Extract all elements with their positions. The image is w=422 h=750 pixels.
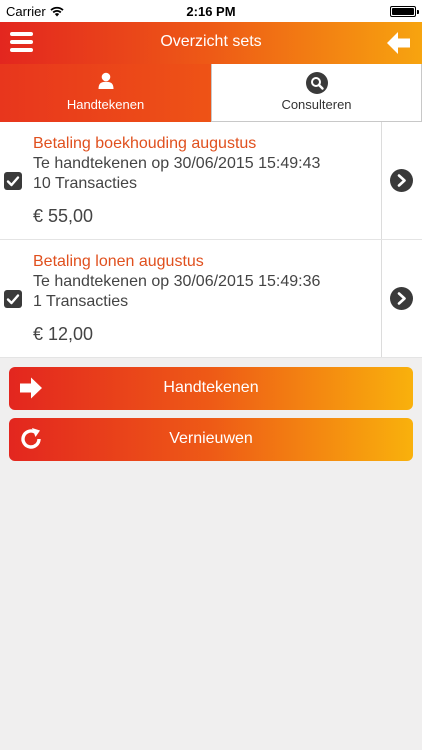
list-item-content: Betaling boekhouding augustus Te handtek… (33, 134, 377, 194)
tab-label: Handtekenen (66, 97, 145, 112)
arrow-left-icon (387, 32, 410, 54)
chevron-right-icon (397, 174, 406, 187)
list-item[interactable]: Betaling boekhouding augustus Te handtek… (0, 122, 422, 240)
tab-label: Consulteren (281, 97, 352, 112)
user-icon (98, 72, 113, 89)
list-item[interactable]: Betaling lonen augustus Te handtekenen o… (0, 240, 422, 358)
set-transaction-count: 10 Transacties (33, 175, 138, 192)
set-amount: € 12,00 (33, 324, 94, 344)
checkmark-icon (6, 294, 20, 305)
set-list: Betaling boekhouding augustus Te handtek… (0, 122, 422, 358)
tab-handtekenen[interactable]: Handtekenen (0, 64, 211, 122)
divider (381, 240, 382, 357)
checkbox-checked[interactable] (4, 290, 22, 308)
set-title: Betaling lonen augustus (33, 253, 204, 270)
refresh-button[interactable]: Vernieuwen (9, 418, 413, 461)
refresh-button-label: Vernieuwen (169, 430, 253, 447)
set-due-date: Te handtekenen op 30/06/2015 15:49:43 (33, 155, 321, 172)
divider (381, 122, 382, 239)
tab-bar: Handtekenen Consulteren (0, 64, 422, 122)
checkmark-icon (6, 176, 20, 187)
back-arrow-button[interactable] (386, 30, 412, 56)
list-item-content: Betaling lonen augustus Te handtekenen o… (33, 252, 377, 312)
set-amount: € 55,00 (33, 206, 94, 226)
chevron-right-button[interactable] (390, 287, 413, 310)
checkbox-checked[interactable] (4, 172, 22, 190)
chevron-right-button[interactable] (390, 169, 413, 192)
tab-consulteren[interactable]: Consulteren (211, 64, 422, 122)
search-icon (305, 72, 328, 94)
sign-button[interactable]: Handtekenen (9, 367, 413, 410)
chevron-right-icon (397, 292, 406, 305)
set-due-date: Te handtekenen op 30/06/2015 15:49:36 (33, 273, 321, 290)
set-title: Betaling boekhouding augustus (33, 135, 257, 152)
status-time: 2:16 PM (186, 4, 236, 19)
set-transaction-count: 1 Transacties (33, 293, 129, 310)
sign-button-label: Handtekenen (163, 379, 259, 396)
navigation-bar: Overzicht sets (0, 22, 422, 64)
battery-icon (390, 6, 419, 17)
status-bar: Carrier 2:16 PM (0, 0, 422, 22)
page-title: Overzicht sets (160, 33, 262, 50)
